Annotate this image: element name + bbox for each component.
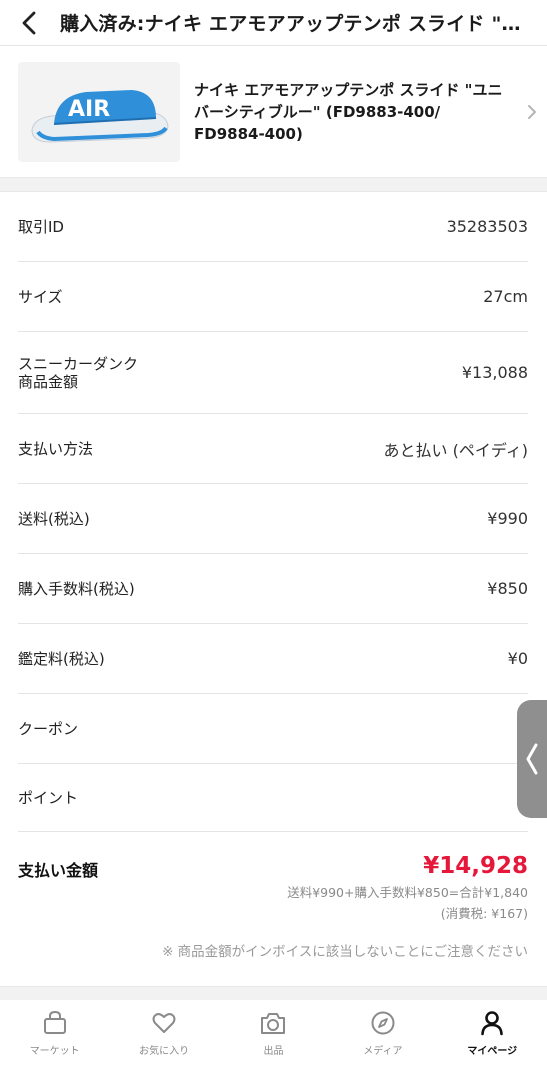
total-amount: ¥14,928 <box>423 853 528 879</box>
person-icon <box>478 1009 506 1037</box>
invoice-notice: ※ 商品金額がインボイスに該当しないことにご注意ください <box>162 944 528 960</box>
bottom-tab-bar: マーケット お気に入り 出品 メディア マイページ <box>0 1000 547 1080</box>
detail-row-size: サイズ 27cm <box>18 262 528 332</box>
detail-row-purchase-fee: 購入手数料(税込) ¥850 <box>18 554 528 624</box>
detail-label: 支払い方法 <box>18 439 94 458</box>
tab-label: マーケット <box>29 1046 80 1057</box>
detail-label: クーポン <box>18 719 79 738</box>
chevron-right-icon <box>522 104 542 120</box>
detail-label: ポイント <box>18 788 79 807</box>
detail-row-points: ポイント <box>18 764 528 832</box>
bag-icon <box>41 1009 69 1037</box>
product-name: ナイキ エアモアアップテンポ スライド "ユニバーシティブルー" (FD9883… <box>194 81 503 143</box>
product-image: AIR <box>18 62 180 162</box>
tab-label: マイページ <box>467 1046 518 1057</box>
product-card[interactable]: AIR ナイキ エアモアアップテンポ スライド "ユニバーシティブルー" (FD… <box>0 47 547 177</box>
heart-icon <box>150 1009 178 1037</box>
detail-value: ¥850 <box>487 579 528 598</box>
detail-label: 送料(税込) <box>18 509 90 528</box>
detail-row-transaction-id: 取引ID 35283503 <box>18 192 528 262</box>
tab-label: メディア <box>363 1046 403 1057</box>
total-label: 支払い金額 <box>18 861 99 880</box>
chevron-left-icon <box>526 743 538 775</box>
back-button[interactable] <box>0 0 60 46</box>
back-arrow-icon <box>22 11 36 34</box>
detail-row-authentication-fee: 鑑定料(税込) ¥0 <box>18 624 528 694</box>
detail-row-payment-method: 支払い方法 あと払い (ペイディ) <box>18 414 528 484</box>
detail-value: 27cm <box>483 287 528 306</box>
detail-row-coupon: クーポン <box>18 694 528 764</box>
tax-amount: (消費税: ¥167) <box>440 906 528 921</box>
detail-label: 取引ID <box>18 217 64 236</box>
camera-icon <box>259 1009 287 1037</box>
tab-media[interactable]: メディア <box>328 1000 437 1080</box>
detail-label: サイズ <box>18 287 63 306</box>
detail-label: 購入手数料(税込) <box>18 579 135 598</box>
sandal-image: AIR <box>31 90 169 143</box>
detail-value: 35283503 <box>446 217 528 236</box>
detail-label: 鑑定料(税込) <box>18 649 105 668</box>
section-divider <box>0 177 547 192</box>
detail-label: スニーカーダンク 商品金額 <box>18 354 139 391</box>
page-title: 購入済み:ナイキ エアモアアップテンポ スライド "ユニバーシティブルー" (F… <box>60 13 530 35</box>
side-drawer-handle[interactable] <box>517 700 547 818</box>
detail-value: ¥0 <box>507 649 528 668</box>
detail-value: ¥13,088 <box>461 363 528 382</box>
fee-breakdown: 送料¥990+購入手数料¥850=合計¥1,840 <box>287 885 528 900</box>
compass-icon <box>369 1009 397 1037</box>
detail-value: あと払い (ペイディ) <box>383 440 528 460</box>
tab-favorites[interactable]: お気に入り <box>109 1000 218 1080</box>
tab-sell[interactable]: 出品 <box>219 1000 328 1080</box>
detail-row-shipping: 送料(税込) ¥990 <box>18 484 528 554</box>
svg-text:AIR: AIR <box>68 97 110 122</box>
tab-label: 出品 <box>263 1046 284 1057</box>
tab-market[interactable]: マーケット <box>0 1000 109 1080</box>
tab-mypage[interactable]: マイページ <box>438 1000 547 1080</box>
section-divider <box>0 986 547 1000</box>
tab-label: お気に入り <box>139 1046 190 1057</box>
detail-row-item-price: スニーカーダンク 商品金額 ¥13,088 <box>18 332 528 414</box>
detail-value: ¥990 <box>487 509 528 528</box>
top-bar: 購入済み:ナイキ エアモアアップテンポ スライド "ユニバーシティブルー" (F… <box>0 0 547 46</box>
